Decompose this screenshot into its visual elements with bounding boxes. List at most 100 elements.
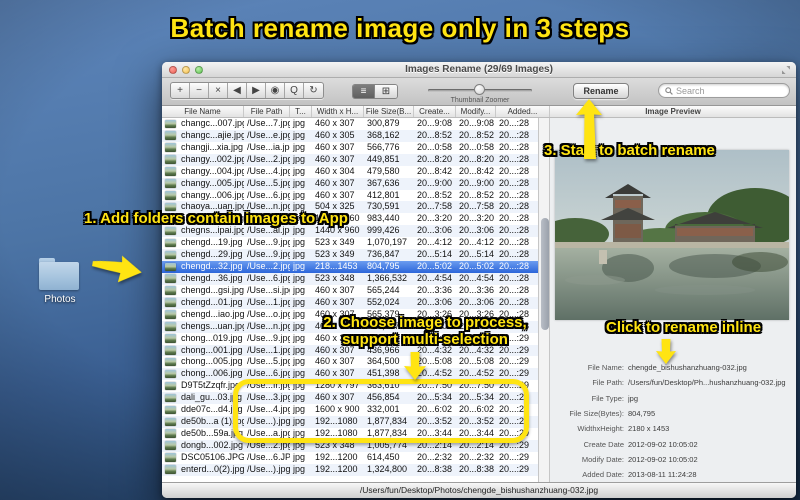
previous-button[interactable]: ◀: [228, 83, 247, 98]
preview-field-value[interactable]: /Users/fun/Desktop/Ph...hushanzhuang-032…: [628, 378, 786, 387]
zoomer-knob[interactable]: [474, 84, 485, 95]
rename-button[interactable]: Rename: [573, 83, 629, 99]
header-type[interactable]: T...: [290, 106, 312, 117]
preview-field-value[interactable]: chengde_bishushanzhuang-032.jpg: [628, 363, 747, 372]
header-create[interactable]: Create...: [414, 106, 456, 117]
grid-view-button[interactable]: ⊞: [375, 85, 397, 98]
table-row[interactable]: changy...006.jpg /Use...6.jpg jpg 460 x …: [162, 189, 538, 202]
cell-file-name: chong...019.jpg: [181, 332, 243, 343]
preview-field-value[interactable]: 804,795: [628, 409, 655, 418]
preview-field-value[interactable]: 2012-09-02 10:05:02: [628, 455, 698, 464]
cell-create-date: 20...4:54: [417, 272, 453, 283]
cell-file-name: chengd...29.jpg: [181, 249, 243, 260]
cell-modify-date: 20...3:36: [459, 284, 495, 295]
cell-file-name: changy...002.jpg: [181, 153, 244, 164]
preview-field-value[interactable]: 2180 x 1453: [628, 424, 669, 433]
cell-file-name: changc...007.jpg: [181, 118, 244, 128]
close-window-button[interactable]: [169, 66, 177, 74]
minimize-window-button[interactable]: [182, 66, 190, 74]
preview-fields: File Name: chengde_bishushanzhuang-032.j…: [550, 360, 794, 482]
titlebar[interactable]: Images Rename (29/69 Images): [162, 62, 796, 78]
table-row[interactable]: changy...004.jpg /Use...4.jpg jpg 460 x …: [162, 165, 538, 178]
table-row[interactable]: changc...ajie.jpg /Use...e.jpg jpg 460 x…: [162, 129, 538, 142]
scrollbar-thumb[interactable]: [540, 218, 549, 330]
cell-added-date: 20...:28: [499, 118, 530, 128]
cell-file-size: 367,636: [367, 177, 400, 188]
list-view-button[interactable]: ≡: [353, 85, 375, 98]
next-button[interactable]: ▶: [247, 83, 266, 98]
cell-modify-date: 20...4:54: [459, 272, 495, 283]
row-thumbnail-icon: [162, 368, 178, 380]
row-thumbnail-icon: [162, 321, 178, 333]
image-preview-panel: File Name: chengde_bishushanzhuang-032.j…: [550, 118, 796, 482]
cell-dimensions: 460 x 304: [315, 165, 355, 176]
cell-added-date: 20...:28: [499, 237, 530, 248]
delete-button[interactable]: ×: [209, 83, 228, 98]
table-row[interactable]: chengd...gsi.jpg /Use...si.jpg jpg 460 x…: [162, 284, 538, 297]
cell-added-date: 20...:28: [499, 249, 530, 260]
cell-modify-date: 20...8:42: [459, 165, 495, 176]
cell-file-size: 449,851: [367, 153, 400, 164]
table-row[interactable]: changc...007.jpg /Use...7.jpg jpg 460 x …: [162, 118, 538, 130]
preview-field-value[interactable]: jpg: [628, 394, 638, 403]
header-added[interactable]: Added...: [496, 106, 550, 117]
cell-type: jpg: [293, 177, 306, 188]
refresh-button[interactable]: ↻: [304, 83, 323, 98]
remove-button[interactable]: −: [190, 83, 209, 98]
row-thumbnail-icon: [162, 130, 178, 142]
cell-type: jpg: [293, 272, 306, 283]
table-row[interactable]: enterd...0(2).jpg /Use...).jpg jpg 192..…: [162, 463, 538, 476]
header-modify[interactable]: Modify...: [456, 106, 496, 117]
table-row[interactable]: chengd...29.jpg /Use...9.jpg jpg 523 x 3…: [162, 249, 538, 262]
cell-dimensions: 460 x 307: [315, 284, 355, 295]
table-row[interactable]: chengd...32.jpg /Use...2.jpg jpg 218...1…: [162, 261, 538, 273]
cell-create-date: 20...3:06: [417, 296, 453, 307]
row-thumbnail-icon: [162, 356, 178, 368]
table-row[interactable]: chengd...19.jpg /Use...9.jpg jpg 523 x 3…: [162, 237, 538, 250]
multi-selection-highlight-box: [233, 379, 529, 443]
table-row[interactable]: DSC05106.JPG /Use...6.JPG jpg 192...1200…: [162, 451, 538, 464]
header-file-path[interactable]: File Path: [244, 106, 290, 117]
quick-look-button[interactable]: ◉: [266, 83, 285, 98]
annotation-step1: 1. Add folders contain images to App: [84, 210, 348, 227]
folder-label: Photos: [44, 294, 76, 305]
table-row[interactable]: chengd...01.jpg /Use...1.jpg jpg 460 x 3…: [162, 296, 538, 309]
headline: Batch rename image only in 3 steps: [170, 13, 630, 43]
cell-file-name: chong...005.jpg: [181, 356, 243, 367]
cell-file-name: chong...001.jpg: [181, 344, 243, 355]
status-bar: /Users/fun/Desktop/Photos/chengde_bishus…: [162, 482, 796, 498]
cell-type: jpg: [293, 153, 306, 164]
table-row[interactable]: changy...002.jpg /Use...2.jpg jpg 460 x …: [162, 153, 538, 166]
preview-field: Modify Date: 2012-09-02 10:05:02: [550, 452, 794, 467]
table-scrollbar[interactable]: [538, 118, 550, 482]
fullscreen-icon[interactable]: [781, 65, 791, 75]
cell-file-name: chong...006.jpg: [181, 368, 243, 379]
photos-folder-icon[interactable]: Photos: [38, 256, 82, 305]
row-thumbnail-icon: [162, 142, 178, 154]
header-file-size[interactable]: File Size(B...: [364, 106, 414, 117]
table-row[interactable]: changji...xia.jpg /Use...ia.jpg jpg 460 …: [162, 141, 538, 154]
cell-dimensions: 460 x 305: [315, 129, 355, 140]
row-thumbnail-icon: [162, 416, 178, 428]
add-button[interactable]: +: [171, 83, 190, 98]
table-row[interactable]: chong...005.jpg /Use...5.jpg jpg 460 x 3…: [162, 356, 538, 369]
search-input[interactable]: [676, 85, 783, 96]
preview-field-value[interactable]: 2013-08-11 11:24:28: [628, 470, 697, 479]
cell-file-size: 804,795: [367, 261, 400, 272]
header-dimensions[interactable]: Width x H...: [312, 106, 364, 117]
cell-file-size: 552,024: [367, 296, 400, 307]
row-thumbnail-icon: [162, 428, 178, 440]
table-row[interactable]: chengd...36.jpg /Use...6.jpg jpg 523 x 3…: [162, 272, 538, 285]
header-file-name[interactable]: File Name: [162, 106, 244, 117]
preview-field-value[interactable]: 2012-09-02 10:05:02: [628, 440, 698, 449]
preview-field-label: Added Date:: [582, 470, 624, 480]
cell-file-path: /Use...6.JPG: [247, 451, 290, 462]
row-thumbnail-icon: [162, 118, 178, 130]
table-row[interactable]: changy...005.jpg /Use...5.jpg jpg 460 x …: [162, 177, 538, 190]
cell-file-name: changc...ajie.jpg: [181, 129, 244, 140]
row-thumbnail-icon: [162, 261, 178, 273]
zoom-window-button[interactable]: [195, 66, 203, 74]
search-field[interactable]: [658, 83, 790, 98]
cell-file-name: chengd...gsi.jpg: [181, 284, 244, 295]
search-button[interactable]: Q: [285, 83, 304, 98]
